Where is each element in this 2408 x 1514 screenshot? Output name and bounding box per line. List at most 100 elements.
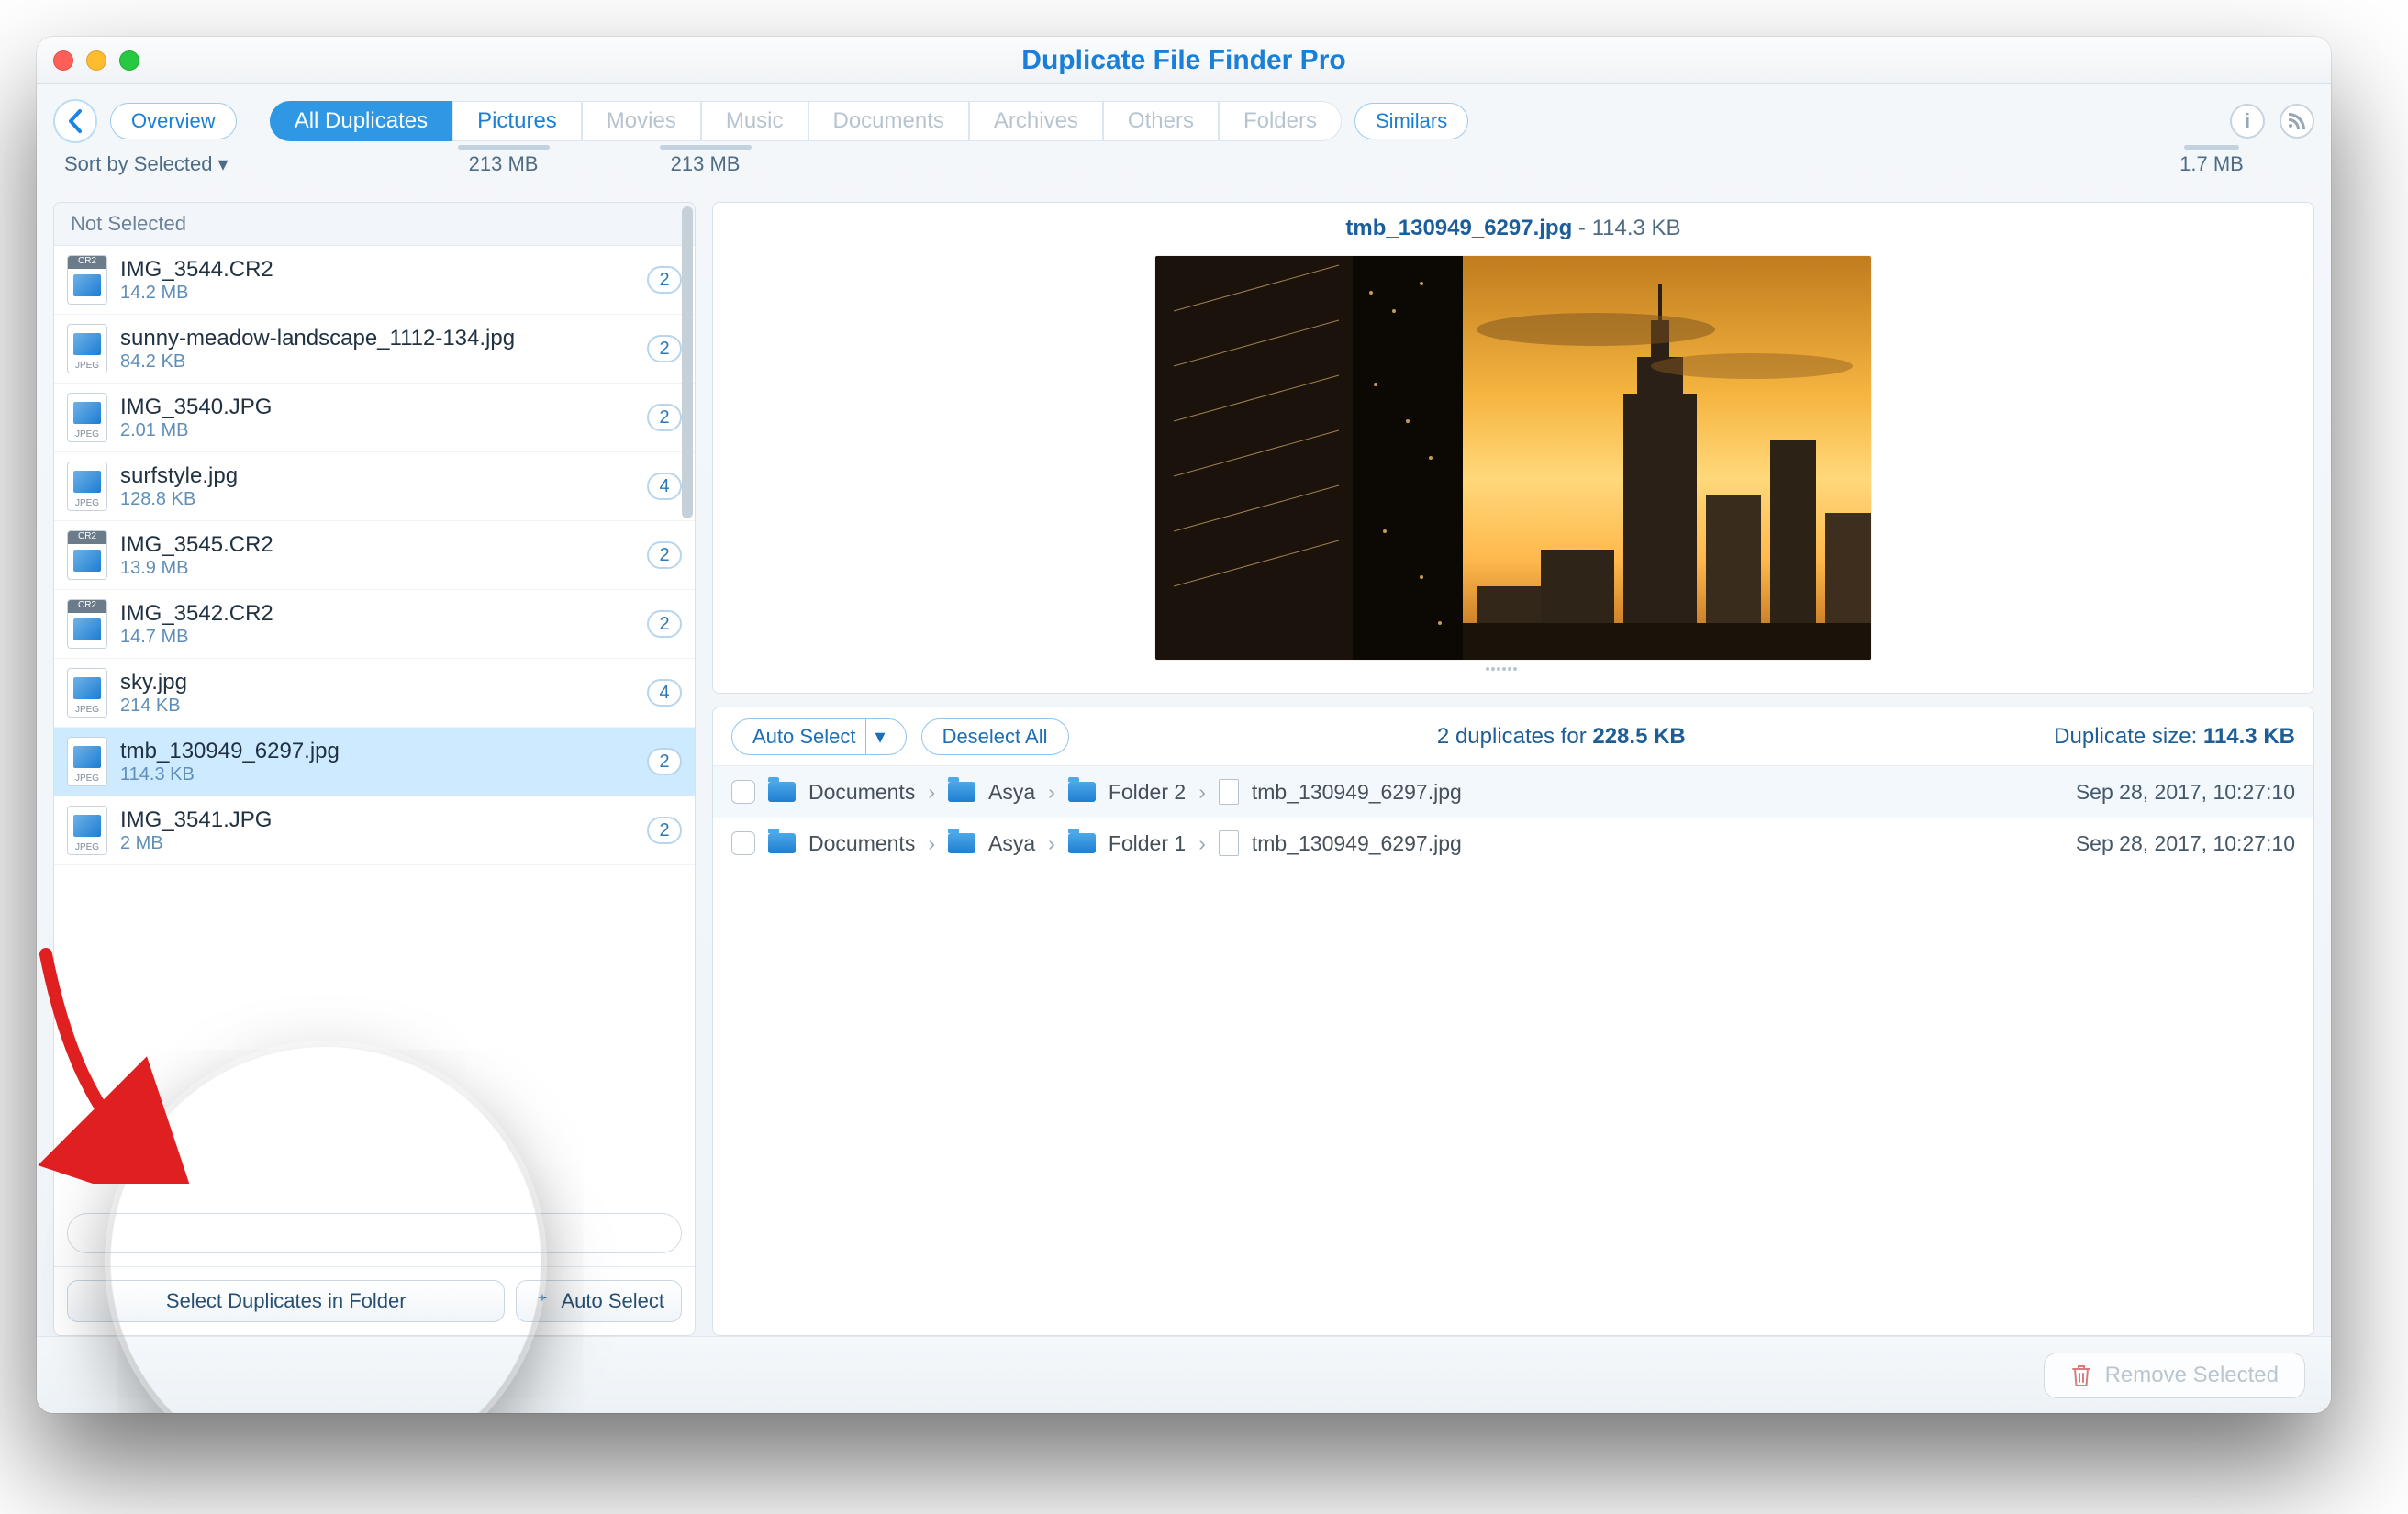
window-controls <box>53 50 139 71</box>
tab-others[interactable]: Others <box>1103 101 1219 141</box>
back-button[interactable] <box>53 99 97 143</box>
sparkle-icon <box>533 1292 552 1310</box>
file-size: 14.2 MB <box>120 283 634 304</box>
remove-selected-button[interactable]: Remove Selected <box>2044 1353 2305 1398</box>
close-window-icon[interactable] <box>53 50 73 71</box>
resize-grip-icon[interactable] <box>1486 667 1541 674</box>
preview-image <box>1155 256 1871 660</box>
chevron-down-icon: ▾ <box>875 725 886 749</box>
file-name: sunny-meadow-landscape_1112-134.jpg <box>120 326 634 351</box>
auto-select-text: Auto Select <box>752 725 856 749</box>
file-size: 2.01 MB <box>120 420 634 441</box>
size-pictures: 213 MB <box>614 152 797 176</box>
file-meta: sunny-meadow-landscape_1112-134.jpg84.2 … <box>120 326 634 373</box>
tab-overview[interactable]: Overview <box>110 103 237 139</box>
scrollbar-thumb[interactable] <box>682 246 693 518</box>
size-similars: 1.7 MB <box>2120 152 2303 176</box>
tab-archives[interactable]: Archives <box>969 101 1103 141</box>
folder-icon <box>1068 833 1096 853</box>
file-type-icon <box>67 599 107 649</box>
path-row[interactable]: Documents›Asya›Folder 1›tmb_130949_6297.… <box>713 818 2313 869</box>
file-size: 13.9 MB <box>120 558 634 579</box>
path-segment: Folder 1 <box>1109 831 1186 856</box>
info-button[interactable]: i <box>2230 104 2265 139</box>
preview-size: 114.3 KB <box>1592 216 1681 240</box>
duplicates-pane: Auto Select ▾ Deselect All 2 duplicates … <box>712 707 2314 1336</box>
rss-button[interactable] <box>2280 104 2314 139</box>
deselect-all-button[interactable]: Deselect All <box>921 718 1069 755</box>
file-name: IMG_3541.JPG <box>120 807 634 833</box>
main-area: Not Selected IMG_3544.CR214.2 MB 2 JPEG sun… <box>37 193 2331 1336</box>
file-name: sky.jpg <box>120 670 634 696</box>
file-name: IMG_3544.CR2 <box>120 257 634 283</box>
duplicate-count-badge: 4 <box>647 473 682 500</box>
file-meta: tmb_130949_6297.jpg114.3 KB <box>120 739 634 785</box>
row-checkbox[interactable] <box>731 780 755 804</box>
rss-icon <box>2289 113 2305 129</box>
list-item[interactable]: JPEGIMG_3541.JPG2 MB2 <box>54 796 695 865</box>
app-window: Duplicate File Finder Pro Overview All D… <box>37 37 2331 1413</box>
path-row[interactable]: Documents›Asya›Folder 2›tmb_130949_6297.… <box>713 766 2313 818</box>
file-type-icon: JPEG <box>67 462 107 511</box>
document-icon <box>1219 779 1239 805</box>
sidebar-auto-select-button[interactable]: Auto Select <box>516 1280 682 1322</box>
folder-icon <box>768 782 796 802</box>
file-meta: surfstyle.jpg128.8 KB <box>120 463 634 510</box>
tab-similars[interactable]: Similars <box>1354 103 1468 139</box>
tab-folders[interactable]: Folders <box>1219 101 1342 141</box>
list-item[interactable]: JPEGIMG_3540.JPG2.01 MB2 <box>54 384 695 452</box>
file-meta: IMG_3542.CR214.7 MB <box>120 601 634 648</box>
file-size: 84.2 KB <box>120 351 634 373</box>
toolbar: Overview All Duplicates Pictures Movies … <box>37 84 2331 152</box>
remove-selected-label: Remove Selected <box>2105 1363 2279 1388</box>
file-list[interactable]: IMG_3544.CR214.2 MB 2 JPEG sunny-meadow-lan… <box>54 246 695 1200</box>
duplicate-count-badge: 2 <box>647 266 682 294</box>
tab-documents[interactable]: Documents <box>808 101 969 141</box>
file-name: surfstyle.jpg <box>120 463 634 489</box>
footer: Remove Selected <box>37 1336 2331 1413</box>
search-input[interactable] <box>67 1213 682 1253</box>
section-header: Not Selected <box>54 203 695 246</box>
size-row: Sort by Selected ▾ 213 MB 213 MB 1.7 MB <box>37 152 2331 193</box>
path-segment: tmb_130949_6297.jpg <box>1252 780 1462 805</box>
file-type-icon: JPEG <box>67 324 107 373</box>
chevron-right-icon: › <box>1048 831 1055 856</box>
zoom-window-icon[interactable] <box>119 50 139 71</box>
trash-icon <box>2070 1364 2092 1387</box>
file-type-icon: JPEG <box>67 806 107 855</box>
sort-dropdown[interactable]: Sort by Selected ▾ <box>64 152 229 176</box>
duplicates-count: 2 duplicates for 228.5 KB <box>1084 724 2040 750</box>
select-duplicates-in-folder-button[interactable]: Select Duplicates in Folder <box>67 1280 505 1322</box>
path-segment: Asya <box>988 831 1035 856</box>
tab-all-duplicates[interactable]: All Duplicates <box>270 101 452 141</box>
auto-select-button[interactable]: Auto Select ▾ <box>731 718 907 755</box>
duplicate-count-badge: 2 <box>647 404 682 431</box>
duplicates-toolbar: Auto Select ▾ Deselect All 2 duplicates … <box>713 707 2313 766</box>
search-wrap <box>54 1200 695 1266</box>
tab-music[interactable]: Music <box>701 101 808 141</box>
list-item[interactable]: JPEGtmb_130949_6297.jpg114.3 KB2 <box>54 728 695 796</box>
duplicate-count-badge: 4 <box>647 679 682 707</box>
file-type-icon: JPEG <box>67 668 107 718</box>
chevron-right-icon: › <box>928 780 935 805</box>
file-size: 128.8 KB <box>120 489 634 510</box>
content-pane: tmb_130949_6297.jpg - 114.3 KB <box>712 202 2314 1336</box>
minimize-window-icon[interactable] <box>86 50 106 71</box>
category-tabs: All Duplicates Pictures Movies Music Doc… <box>270 101 1342 141</box>
tab-movies[interactable]: Movies <box>582 101 701 141</box>
duplicate-size: Duplicate size: 114.3 KB <box>2054 724 2295 750</box>
file-meta: IMG_3544.CR214.2 MB <box>120 257 634 304</box>
path-segment: tmb_130949_6297.jpg <box>1252 831 1462 856</box>
list-item[interactable]: IMG_3545.CR213.9 MB2 <box>54 521 695 590</box>
list-item[interactable]: JPEG surfstyle.jpg128.8 KB 4 <box>54 452 695 521</box>
row-checkbox[interactable] <box>731 831 755 855</box>
titlebar: Duplicate File Finder Pro <box>37 37 2331 84</box>
file-type-icon <box>67 530 107 580</box>
list-item[interactable]: IMG_3542.CR214.7 MB2 <box>54 590 695 659</box>
list-item[interactable]: JPEGsky.jpg214 KB4 <box>54 659 695 728</box>
duplicate-count-badge: 2 <box>647 335 682 362</box>
list-item[interactable]: IMG_3544.CR214.2 MB 2 <box>54 246 695 315</box>
folder-icon <box>948 782 975 802</box>
list-item[interactable]: JPEG sunny-meadow-landscape_1112-134.jpg8… <box>54 315 695 384</box>
tab-pictures[interactable]: Pictures <box>452 101 582 141</box>
